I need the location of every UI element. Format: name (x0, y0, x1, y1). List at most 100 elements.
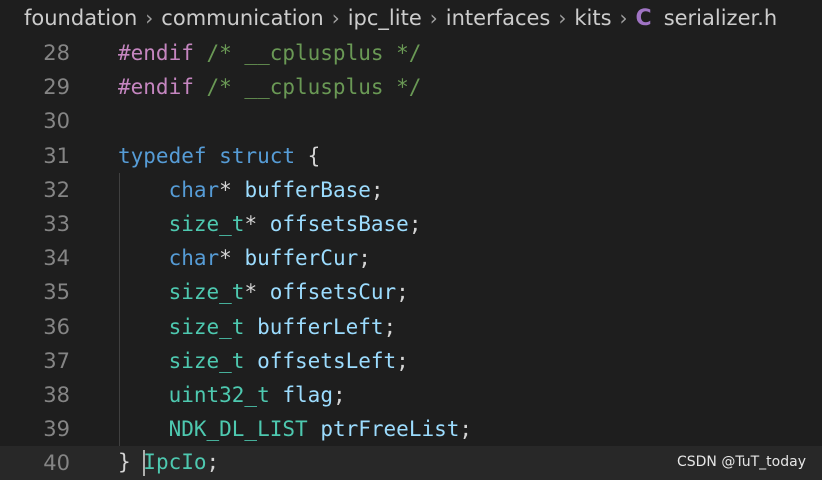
chevron-right-icon: › (619, 6, 628, 30)
breadcrumb-file[interactable]: serializer.h (664, 6, 778, 30)
code-token: bufferBase (244, 177, 371, 202)
code-text: char* bufferBase; (118, 178, 384, 202)
code-line[interactable]: 36 size_t bufferLeft; (0, 310, 822, 344)
code-token: struct (219, 143, 296, 168)
code-token: * (244, 280, 270, 305)
line-number: 34 (43, 246, 70, 271)
line-number: 28 (43, 41, 70, 65)
code-token: ptrFreeList (320, 417, 460, 442)
code-text: size_t offsetsLeft; (118, 349, 409, 373)
code-token: } (118, 450, 144, 475)
code-token: size_t (168, 348, 245, 373)
code-text: size_t* offsetsCur; (118, 280, 409, 304)
code-text: } IpcIo; (118, 450, 220, 477)
code-line[interactable]: 37 size_t offsetsLeft; (0, 344, 822, 378)
code-text: size_t bufferLeft; (118, 314, 397, 339)
breadcrumb-item[interactable]: interfaces (446, 6, 551, 30)
code-token: typedef (118, 143, 207, 168)
chevron-right-icon: › (331, 6, 340, 30)
code-line[interactable]: 31 typedef struct { (0, 139, 822, 173)
line-number: 32 (43, 177, 70, 202)
code-token: char (168, 246, 220, 271)
code-text: char* bufferCur; (118, 246, 371, 270)
code-token: #endif (118, 41, 194, 65)
code-line[interactable]: 28 #endif /* __cplusplus */ (0, 36, 822, 70)
code-token: { (295, 143, 321, 168)
code-editor[interactable]: 28 #endif /* __cplusplus */ 29 #endif /* __… (0, 36, 822, 480)
code-text: typedef struct { (118, 144, 320, 168)
line-number: 39 (43, 417, 70, 442)
code-line[interactable]: 38 uint32_t flag; (0, 378, 822, 412)
code-token: ; (396, 348, 409, 373)
code-line[interactable]: 39 NDK_DL_LIST ptrFreeList; (0, 412, 822, 446)
breadcrumb-item[interactable]: foundation (24, 6, 137, 30)
code-token: /* __cplusplus */ (193, 75, 422, 100)
code-token: ; (332, 383, 346, 407)
line-number: 30 (43, 109, 70, 134)
code-token: size_t (168, 314, 245, 339)
code-line[interactable]: 30 (0, 104, 822, 138)
line-number: 35 (43, 280, 70, 305)
code-token: ; (383, 314, 397, 339)
line-number: 40 (43, 451, 70, 476)
code-token: IpcIo (143, 450, 207, 475)
chevron-right-icon: › (429, 6, 438, 30)
breadcrumb-item[interactable]: kits (574, 6, 611, 30)
code-token: uint32_t (168, 383, 270, 407)
code-token: flag (282, 383, 333, 407)
code-token: size_t (168, 212, 245, 236)
code-token: #endif (118, 75, 194, 100)
breadcrumb-item[interactable]: communication (161, 6, 323, 30)
code-token: * (244, 212, 270, 236)
watermark: CSDN @TuT_today (676, 454, 806, 470)
code-line[interactable]: 32 char* bufferBase; (0, 173, 822, 207)
code-token: bufferCur (244, 246, 359, 271)
code-line[interactable]: 29 #endif /* __cplusplus */ (0, 70, 822, 104)
code-token: /* __cplusplus */ (193, 41, 422, 65)
code-token: offsetsCur (269, 280, 397, 305)
code-token: ; (206, 450, 220, 475)
code-token: * (219, 177, 245, 202)
code-token: NDK_DL_LIST (168, 417, 308, 442)
code-text: #endif /* __cplusplus */ (118, 75, 421, 99)
code-line[interactable]: 33 size_t* offsetsBase; (0, 207, 822, 241)
line-number: 31 (43, 143, 70, 168)
chevron-right-icon: › (558, 6, 567, 30)
line-number: 37 (43, 348, 70, 373)
line-number: 38 (43, 383, 70, 407)
code-token: ; (459, 417, 473, 442)
code-token: bufferLeft (257, 314, 384, 339)
chevron-right-icon: › (145, 6, 154, 30)
line-number: 36 (43, 314, 70, 339)
line-number: 33 (43, 212, 70, 236)
code-token: size_t (168, 280, 245, 305)
code-text: size_t* offsetsBase; (118, 212, 422, 236)
code-text: #endif /* __cplusplus */ (118, 41, 421, 65)
code-line[interactable]: 34 char* bufferCur; (0, 241, 822, 275)
code-token: ; (358, 246, 371, 271)
code-token: ; (408, 212, 422, 236)
breadcrumb: foundation › communication › ipc_lite › interf… (0, 0, 822, 36)
c-file-icon: C (635, 5, 652, 31)
code-token: ; (396, 280, 409, 305)
code-text: uint32_t flag; (118, 383, 346, 407)
code-text: NDK_DL_LIST ptrFreeList; (118, 417, 472, 441)
breadcrumb-item[interactable]: ipc_lite (348, 6, 422, 30)
line-number: 29 (43, 75, 70, 100)
code-token: * (219, 246, 245, 271)
code-line[interactable]: 35 size_t* offsetsCur; (0, 275, 822, 309)
code-token: offsetsLeft (257, 348, 397, 373)
code-token: ; (370, 177, 384, 202)
